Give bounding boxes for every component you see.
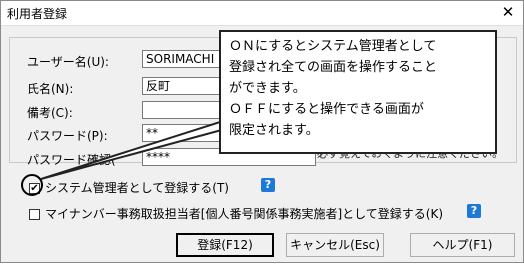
callout-line: ができます。 <box>229 81 306 96</box>
callout-tooltip: ＯＮにするとシステム管理者として 登録され全ての画面を操作すること ができます。… <box>219 30 497 154</box>
user-registration-dialog: 利用者登録 ✕ ユーザー名(U): SORIMACHI 氏名(N): 反町 備考… <box>0 0 524 263</box>
callout-line: 限定されます。 <box>229 123 319 138</box>
callout-line: ＯＮにするとシステム管理者として <box>229 39 437 54</box>
callout-line: 登録され全ての画面を操作すること <box>229 60 438 75</box>
callout-line: ＯＦＦにすると操作できる画面が <box>229 102 424 117</box>
